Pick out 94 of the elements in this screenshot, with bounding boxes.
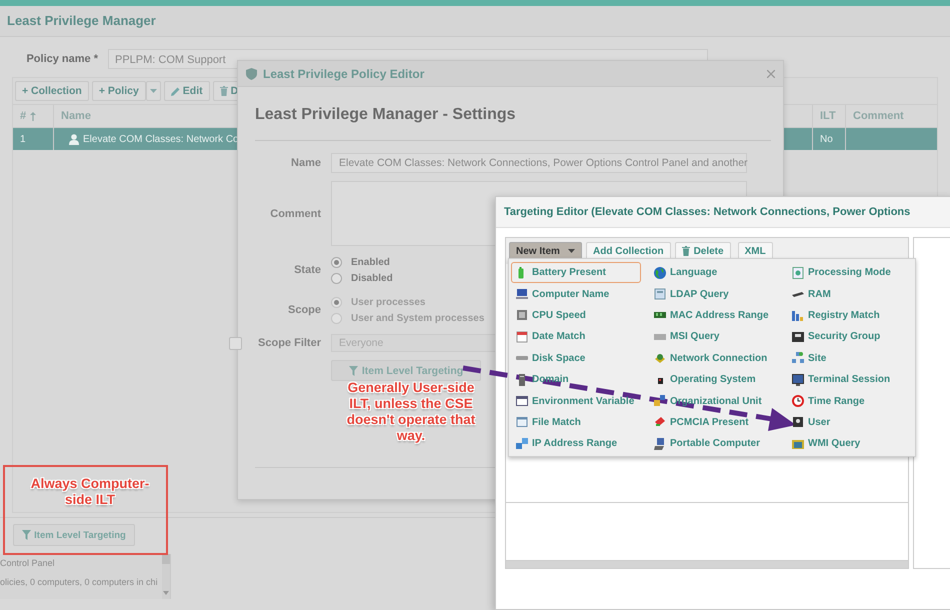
menu-item[interactable]: Terminal Session: [787, 368, 896, 390]
menu-item[interactable]: PCMCIA Present: [649, 412, 754, 434]
user-icon: [792, 416, 804, 428]
menu-item[interactable]: User: [787, 412, 836, 434]
toolbar-button[interactable]: XML: [738, 242, 773, 260]
shield-icon: [246, 68, 257, 80]
menu-item[interactable]: MSI Query: [649, 326, 724, 348]
menu-item[interactable]: Language: [649, 262, 722, 284]
menu-item[interactable]: Date Match: [511, 326, 590, 348]
collection-button[interactable]: + Collection: [15, 81, 89, 101]
policy-button[interactable]: + Policy: [92, 81, 146, 101]
radio-label: Enabled: [351, 256, 390, 268]
org-chart-icon: [654, 395, 666, 408]
menu-item[interactable]: Disk Space: [511, 348, 590, 369]
laptop-icon: [654, 438, 666, 450]
dropdown-button[interactable]: [146, 81, 161, 101]
radio-label: User and System processes: [351, 312, 484, 324]
address-book-icon: [654, 288, 666, 300]
clock-icon: [792, 395, 804, 408]
trash-icon: [682, 246, 690, 256]
menu-item[interactable]: LDAP Query: [649, 283, 734, 305]
annotation-text: Generally User-side ILT, unless the CSE doesn't operate that way.: [346, 380, 476, 444]
globe-icon: [654, 266, 666, 279]
menu-item[interactable]: MAC Address Range: [649, 304, 774, 326]
window-icon: [516, 395, 528, 408]
file-icon: [516, 416, 528, 428]
menu-item[interactable]: Organizational Unit: [649, 390, 767, 412]
menu-item[interactable]: Network Connection: [649, 348, 772, 369]
field-label: Scope: [286, 304, 321, 316]
column-header: #: [20, 110, 26, 122]
card-icon: [654, 416, 666, 428]
caret-icon: [568, 249, 575, 253]
edit-button[interactable]: Edit: [164, 81, 210, 101]
menu-item[interactable]: Processing Mode: [787, 262, 896, 284]
menu-item[interactable]: Battery Present: [511, 262, 641, 284]
radio-label: User processes: [351, 296, 426, 308]
dialog-title: Targeting Editor (Elevate COM Classes: Network Connections, Power Options: [496, 197, 950, 228]
app-title: Least Privilege Manager: [0, 6, 950, 37]
site-icon: [792, 352, 804, 364]
sort-arrow-icon: [30, 112, 36, 120]
filter-icon: [22, 530, 32, 540]
registry-icon: [792, 309, 804, 322]
menu-item[interactable]: Computer Name: [511, 283, 614, 305]
chip-icon: [516, 309, 528, 322]
server-icon: [516, 374, 528, 386]
radio-button[interactable]: [331, 256, 342, 268]
pencil-icon: [170, 86, 180, 96]
name-field[interactable]: Elevate COM Classes: Network Connections, Power Options Control Panel and another: [331, 153, 747, 173]
menu-item[interactable]: RAM: [787, 283, 836, 305]
filter-icon: [348, 366, 358, 376]
radio-label: Disabled: [351, 272, 393, 284]
caret-icon: [150, 89, 157, 93]
monitor-icon: [792, 374, 804, 386]
annotation-text: Always Computer-side ILT: [30, 476, 150, 508]
dialog-title: Least Privilege Policy Editor: [263, 66, 426, 80]
user-icon: [69, 134, 79, 144]
menu-item[interactable]: Time Range: [787, 390, 870, 412]
settings-heading: Least Privilege Manager - Settings: [255, 105, 771, 141]
network-icon: [516, 438, 528, 450]
field-label: State: [293, 264, 321, 276]
menu-item[interactable]: File Match: [511, 412, 586, 434]
scrollbar[interactable]: [162, 554, 170, 599]
item-level-targeting-button[interactable]: Item Level Targeting: [13, 524, 135, 546]
close-icon[interactable]: [767, 70, 775, 78]
checkbox[interactable]: [229, 336, 242, 350]
scrollbar[interactable]: [506, 560, 908, 568]
menu-item[interactable]: Operating System: [649, 368, 761, 390]
menu-item[interactable]: Environment Variable: [511, 390, 640, 412]
calendar-icon: [516, 330, 528, 343]
radio-button[interactable]: [331, 272, 342, 284]
field-label: Policy name *: [25, 53, 99, 65]
network-connection-icon: [654, 352, 666, 364]
field-label: Name: [290, 157, 321, 169]
menu-item[interactable]: IP Address Range: [511, 433, 622, 455]
new-item-menu[interactable]: [508, 258, 916, 457]
menu-item[interactable]: CPU Speed: [511, 304, 591, 326]
field-label: Comment: [269, 208, 321, 220]
column-header: ILT: [812, 105, 845, 127]
menu-item[interactable]: Portable Computer: [649, 433, 766, 455]
scroll-down-icon[interactable]: [163, 591, 169, 595]
menu-item[interactable]: Site: [787, 348, 832, 369]
list-item[interactable]: olicies, 0 computers, 0 computers in chi: [0, 573, 158, 592]
trash-icon: [220, 86, 228, 96]
field-label: Scope Filter: [258, 337, 321, 349]
menu-item[interactable]: Registry Match: [787, 304, 885, 326]
document-icon: [792, 266, 804, 279]
menu-item[interactable]: WMI Query: [787, 433, 866, 455]
column-header: Comment: [845, 105, 937, 127]
table-cell: No: [812, 128, 845, 150]
menu-item[interactable]: Security Group: [787, 326, 886, 348]
computer-icon: [516, 288, 528, 300]
group-icon: [792, 330, 804, 343]
list-item[interactable]: Control Panel: [0, 554, 55, 573]
table-cell-text: 1: [19, 132, 27, 146]
